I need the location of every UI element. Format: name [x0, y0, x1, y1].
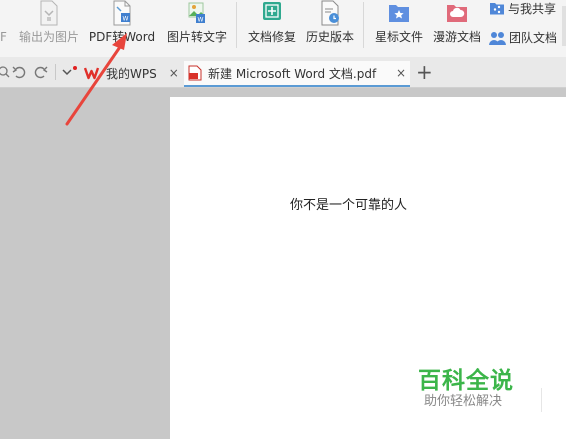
annotation-arrow: [65, 33, 127, 126]
